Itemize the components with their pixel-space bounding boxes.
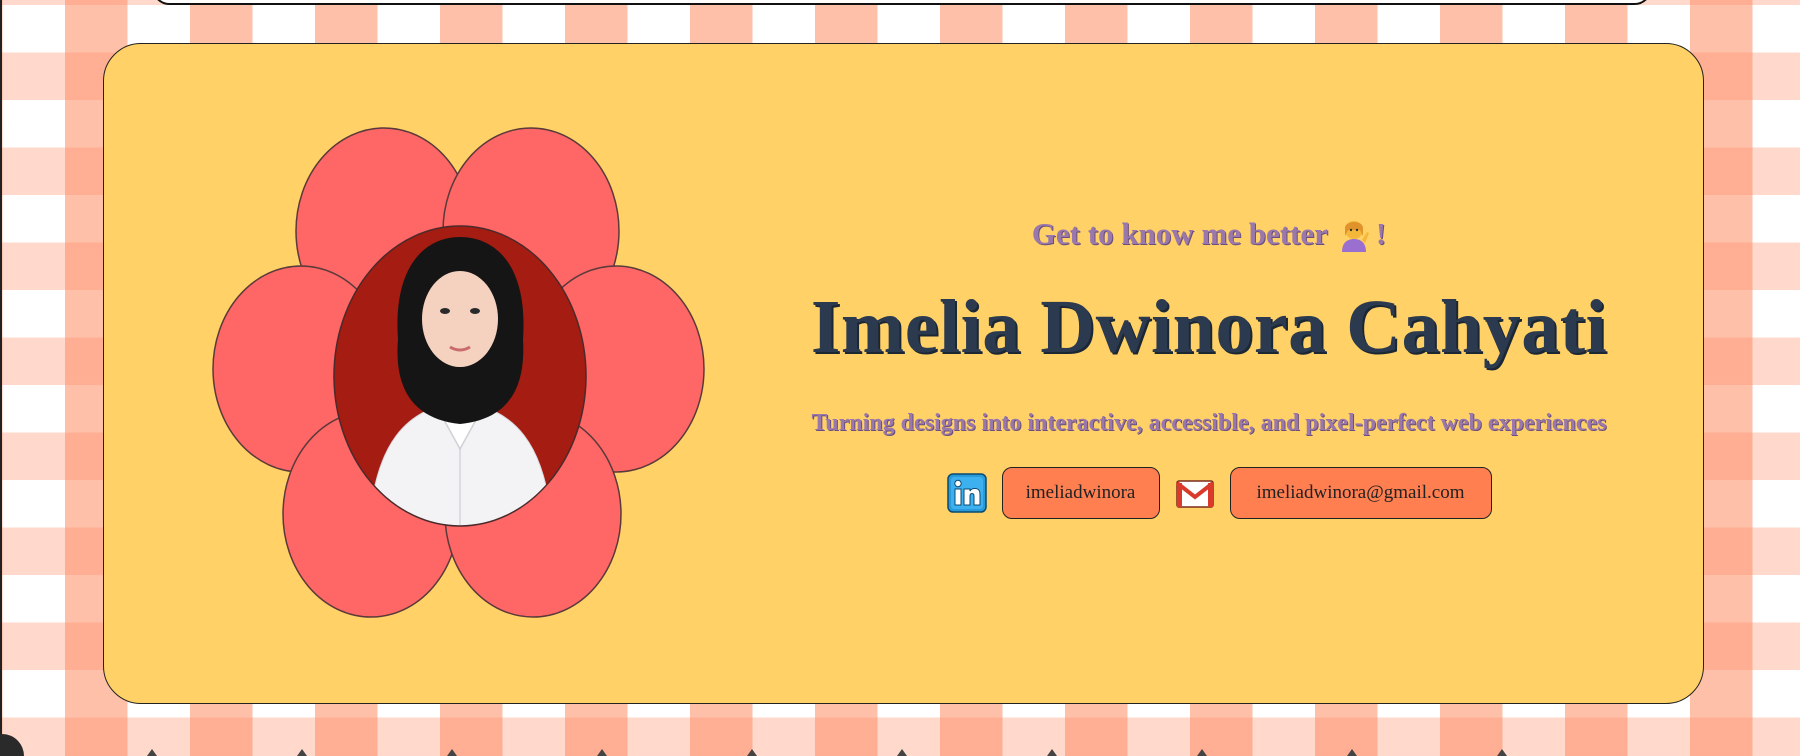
contact-links: imeliadwinora imeliadwinora@gmail.com [764, 467, 1654, 519]
hero-text: Get to know me better ! Imelia Dwinora C… [764, 214, 1654, 519]
hero-card: Get to know me better ! Imelia Dwinora C… [103, 43, 1704, 704]
top-navigation-bar [152, 0, 1652, 5]
hero-tagline: Get to know me better ! [1032, 214, 1386, 254]
linkedin-icon[interactable] [946, 473, 987, 513]
linkedin-button[interactable]: imeliadwinora [1001, 467, 1160, 519]
hero-name: Imelia Dwinora Cahyati [810, 285, 1608, 369]
tagline-suffix: ! [1375, 216, 1387, 251]
corner-decoration [0, 734, 24, 756]
bottom-decoration [2, 746, 1800, 756]
profile-flower [208, 119, 708, 619]
flower-illustration [212, 127, 705, 618]
email-button[interactable]: imeliadwinora@gmail.com [1229, 467, 1492, 519]
gmail-icon[interactable] [1175, 473, 1215, 513]
hero-subtitle: Turning designs into interactive, access… [811, 410, 1607, 436]
person-tipping-hand-icon [1336, 216, 1372, 252]
tagline-text: Get to know me better [1031, 216, 1328, 251]
